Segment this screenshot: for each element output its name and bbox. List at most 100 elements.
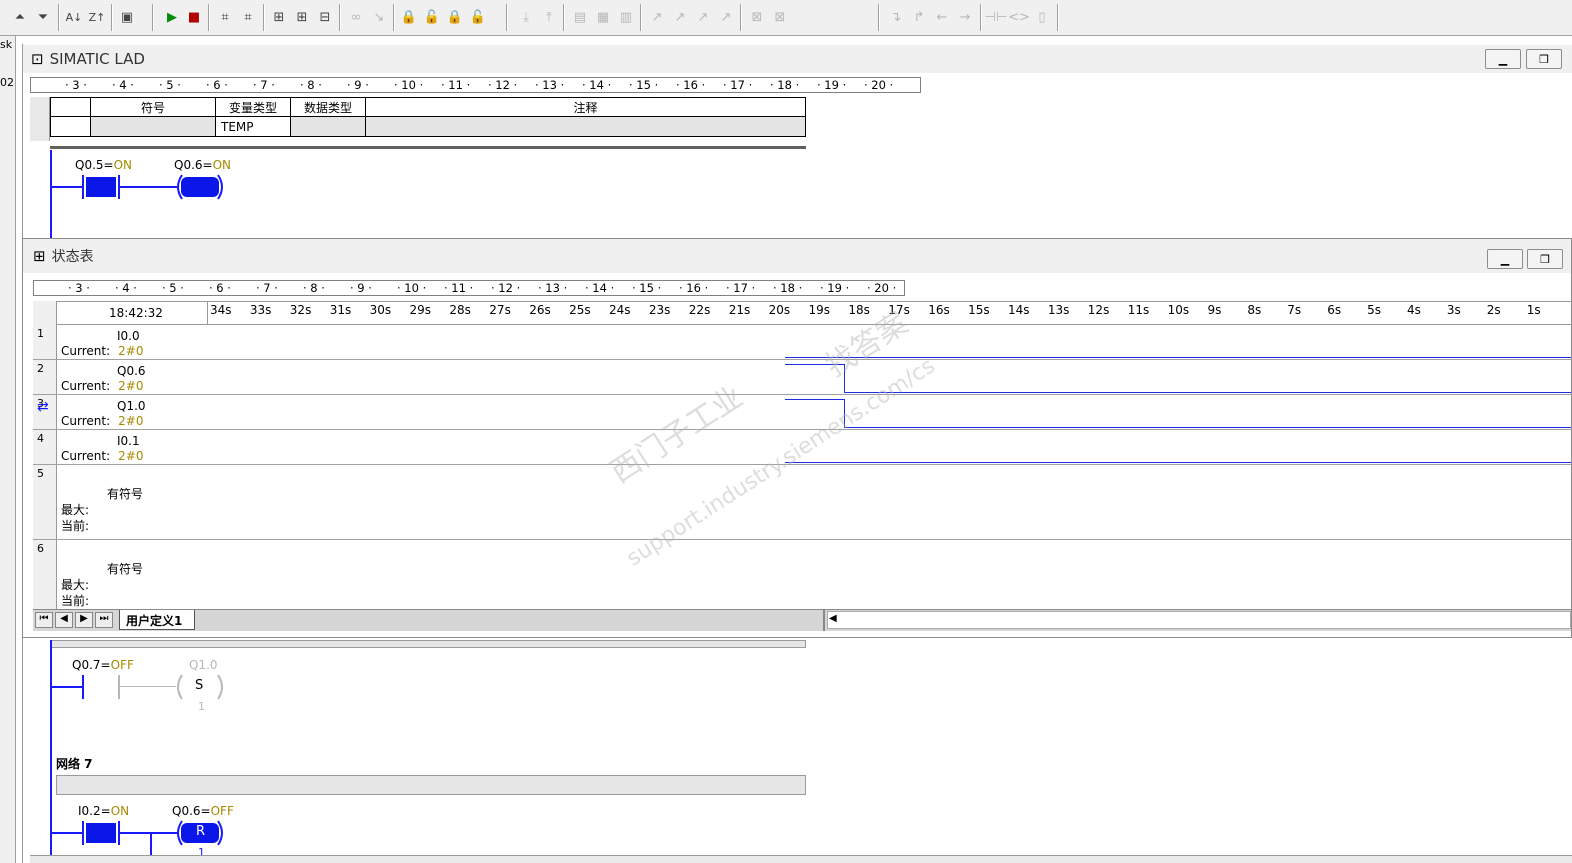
cursor-2-icon[interactable]: ↗ (670, 7, 690, 27)
var-table-splitter[interactable] (50, 146, 806, 149)
tab-next-button[interactable]: ▶ (75, 612, 93, 628)
var-table-cell[interactable] (91, 117, 216, 137)
arrow-left-icon[interactable]: ← (932, 7, 952, 27)
tab-prev-button[interactable]: ◀ (55, 612, 73, 628)
lad-bottom-scrollbar[interactable] (30, 855, 1572, 863)
cursor-4-icon[interactable]: ↗ (716, 7, 736, 27)
stop-icon[interactable]: ■ (184, 7, 204, 27)
up-arrow-icon[interactable]: ⏶ (10, 7, 30, 27)
compile-icon[interactable]: ⌗ (215, 7, 235, 27)
ruler-tick-label: · 10 · (394, 78, 424, 92)
horizontal-scrollbar[interactable] (827, 611, 1571, 629)
row-signed-type[interactable]: 有符号 (107, 560, 143, 577)
unlock-2-icon[interactable]: 🔓 (468, 7, 488, 27)
coil-icon[interactable]: <> (1008, 7, 1030, 27)
var-table-header-data-type: 数据类型 (291, 97, 366, 117)
sort-desc-icon[interactable]: Z↑ (87, 7, 107, 27)
tab-last-button[interactable]: ⏭ (95, 612, 113, 628)
row-signed-type[interactable]: 有符号 (107, 485, 143, 502)
sort-asc-icon[interactable]: A↓ (64, 7, 84, 27)
delete-network-icon[interactable]: ⤒ (539, 7, 559, 27)
contact-icon[interactable]: ⊣⊢ (985, 7, 1008, 27)
insert-network-icon[interactable]: ⤓ (516, 7, 536, 27)
network-comment-box[interactable] (50, 640, 806, 648)
contact-i02[interactable] (86, 823, 116, 843)
minimize-button[interactable]: ▁ (1487, 249, 1523, 269)
row-address[interactable]: Q0.6 (117, 364, 146, 378)
arrow-right-icon[interactable]: → (955, 7, 975, 27)
var-table-header-blank (50, 97, 91, 117)
ruler-tick-label: · 14 · (582, 78, 612, 92)
unlock-icon[interactable]: 🔓 (422, 7, 442, 27)
grid-2-icon[interactable]: ⊠ (770, 7, 790, 27)
row-number[interactable]: 6 (33, 542, 57, 555)
timeline-tick-label: 20s (768, 303, 791, 317)
trend-icon[interactable]: ↘ (369, 7, 389, 27)
timeline-tick-label: 29s (409, 303, 432, 317)
contact-address: I0.2=ON (78, 804, 130, 818)
lock-2-icon[interactable]: 🔒 (445, 7, 465, 27)
tab-splitter[interactable] (823, 609, 825, 631)
table-3-icon[interactable]: ▥ (616, 7, 636, 27)
var-table-cell[interactable] (291, 117, 366, 137)
row-address[interactable]: I0.0 (117, 329, 140, 343)
compile-all-icon[interactable]: ⌗ (238, 7, 258, 27)
run-icon[interactable]: ▶ (162, 7, 182, 27)
network-comment-box[interactable] (56, 775, 806, 795)
ruler-tick-label: · 19 · (817, 78, 847, 92)
tab-first-button[interactable]: ⏮ (35, 612, 53, 628)
ruler-tick-label: · 5 · (162, 281, 184, 295)
options-icon[interactable]: ▣ (117, 7, 137, 27)
current-value: 2#0 (118, 414, 144, 428)
minimize-button[interactable]: ▁ (1485, 49, 1521, 69)
restore-button[interactable]: ❐ (1527, 249, 1563, 269)
toolbar-separator (339, 4, 341, 31)
tab-user-defined-1[interactable]: 用户定义1 (119, 610, 195, 630)
timeline-tick-label: 21s (728, 303, 751, 317)
current-value: 2#0 (118, 379, 144, 393)
ruler-tick-label: · 5 · (159, 78, 181, 92)
status-icon[interactable]: ∞ (346, 7, 366, 27)
ruler-tick-label: · 6 · (209, 281, 231, 295)
grid-icon[interactable]: ⊠ (747, 7, 767, 27)
var-table-cell[interactable] (50, 117, 91, 137)
compare-icon[interactable]: ⊟ (315, 7, 335, 27)
row-current-value: Current: 2#0 (61, 414, 143, 428)
row-number[interactable]: 2 (33, 362, 57, 375)
table-icon[interactable]: ▤ (570, 7, 590, 27)
row-address[interactable]: Q1.0 (117, 399, 146, 413)
variable-table: 符号 变量类型 数据类型 注释 TEMP (50, 97, 806, 141)
var-table-cell-type[interactable]: TEMP (216, 117, 291, 137)
scroll-left-icon[interactable]: ◀ (829, 613, 837, 624)
upload-icon[interactable]: ⊞ (269, 7, 289, 27)
download-icon[interactable]: ⊞ (292, 7, 312, 27)
restore-button[interactable]: ❐ (1526, 49, 1562, 69)
var-table-cell[interactable] (366, 117, 806, 137)
ruler-tick-label: · 8 · (303, 281, 325, 295)
coil-q06[interactable] (172, 173, 230, 201)
timeline-tick-label: 30s (369, 303, 392, 317)
coil-address: Q0.6=OFF (172, 804, 234, 818)
status-header-gutter (33, 301, 57, 325)
down-arrow-icon[interactable]: ⏷ (33, 7, 53, 27)
lock-icon[interactable]: 🔒 (399, 7, 419, 27)
row-number[interactable]: 4 (33, 432, 57, 445)
timeline-tick-label: 23s (648, 303, 671, 317)
row-divider (33, 539, 1571, 540)
row-current-value: Current: 2#0 (61, 344, 143, 358)
row-address[interactable]: I0.1 (117, 434, 140, 448)
timeline-tick-label: 1s (1526, 303, 1541, 317)
line-down-icon[interactable]: ↴ (886, 7, 906, 27)
cursor-icon[interactable]: ↗ (647, 7, 667, 27)
box-icon[interactable]: ▯ (1032, 7, 1052, 27)
cursor-3-icon[interactable]: ↗ (693, 7, 713, 27)
current-label: Current: (61, 449, 111, 463)
table-2-icon[interactable]: ▦ (593, 7, 613, 27)
coil-address: Q0.6=ON (174, 158, 232, 172)
var-table-header-comment: 注释 (366, 97, 806, 117)
row-number[interactable]: 1 (33, 327, 57, 340)
row-current-label: 当前: (61, 594, 90, 608)
contact-q05[interactable] (86, 177, 116, 197)
row-number[interactable]: 5 (33, 467, 57, 480)
line-up-icon[interactable]: ↱ (909, 7, 929, 27)
